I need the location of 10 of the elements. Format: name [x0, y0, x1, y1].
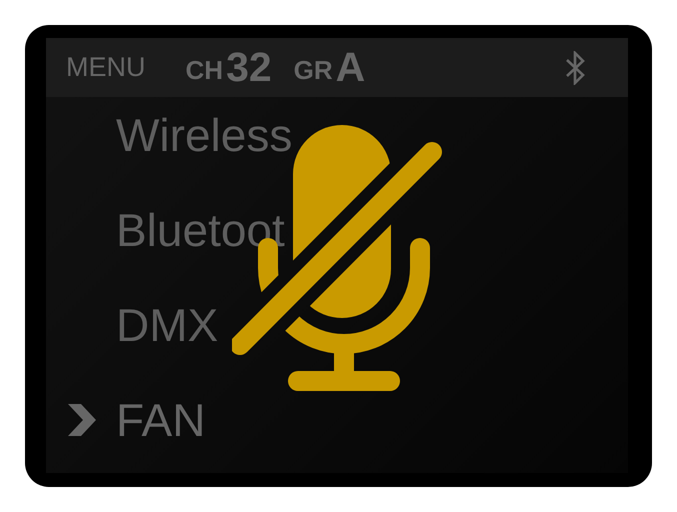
channel-value: 32	[226, 44, 272, 91]
menu-item[interactable]: FAN	[116, 392, 206, 446]
menu-item[interactable]: Wireless	[116, 108, 292, 162]
bluetooth-icon	[564, 50, 586, 84]
group-label: GR	[294, 55, 333, 86]
menu-item[interactable]: Bluetoot	[116, 202, 285, 256]
menu-title: MENU	[66, 52, 146, 83]
menu-item[interactable]: DMX	[116, 298, 218, 352]
channel-label: CH	[186, 55, 224, 86]
group-value: A	[336, 44, 366, 91]
